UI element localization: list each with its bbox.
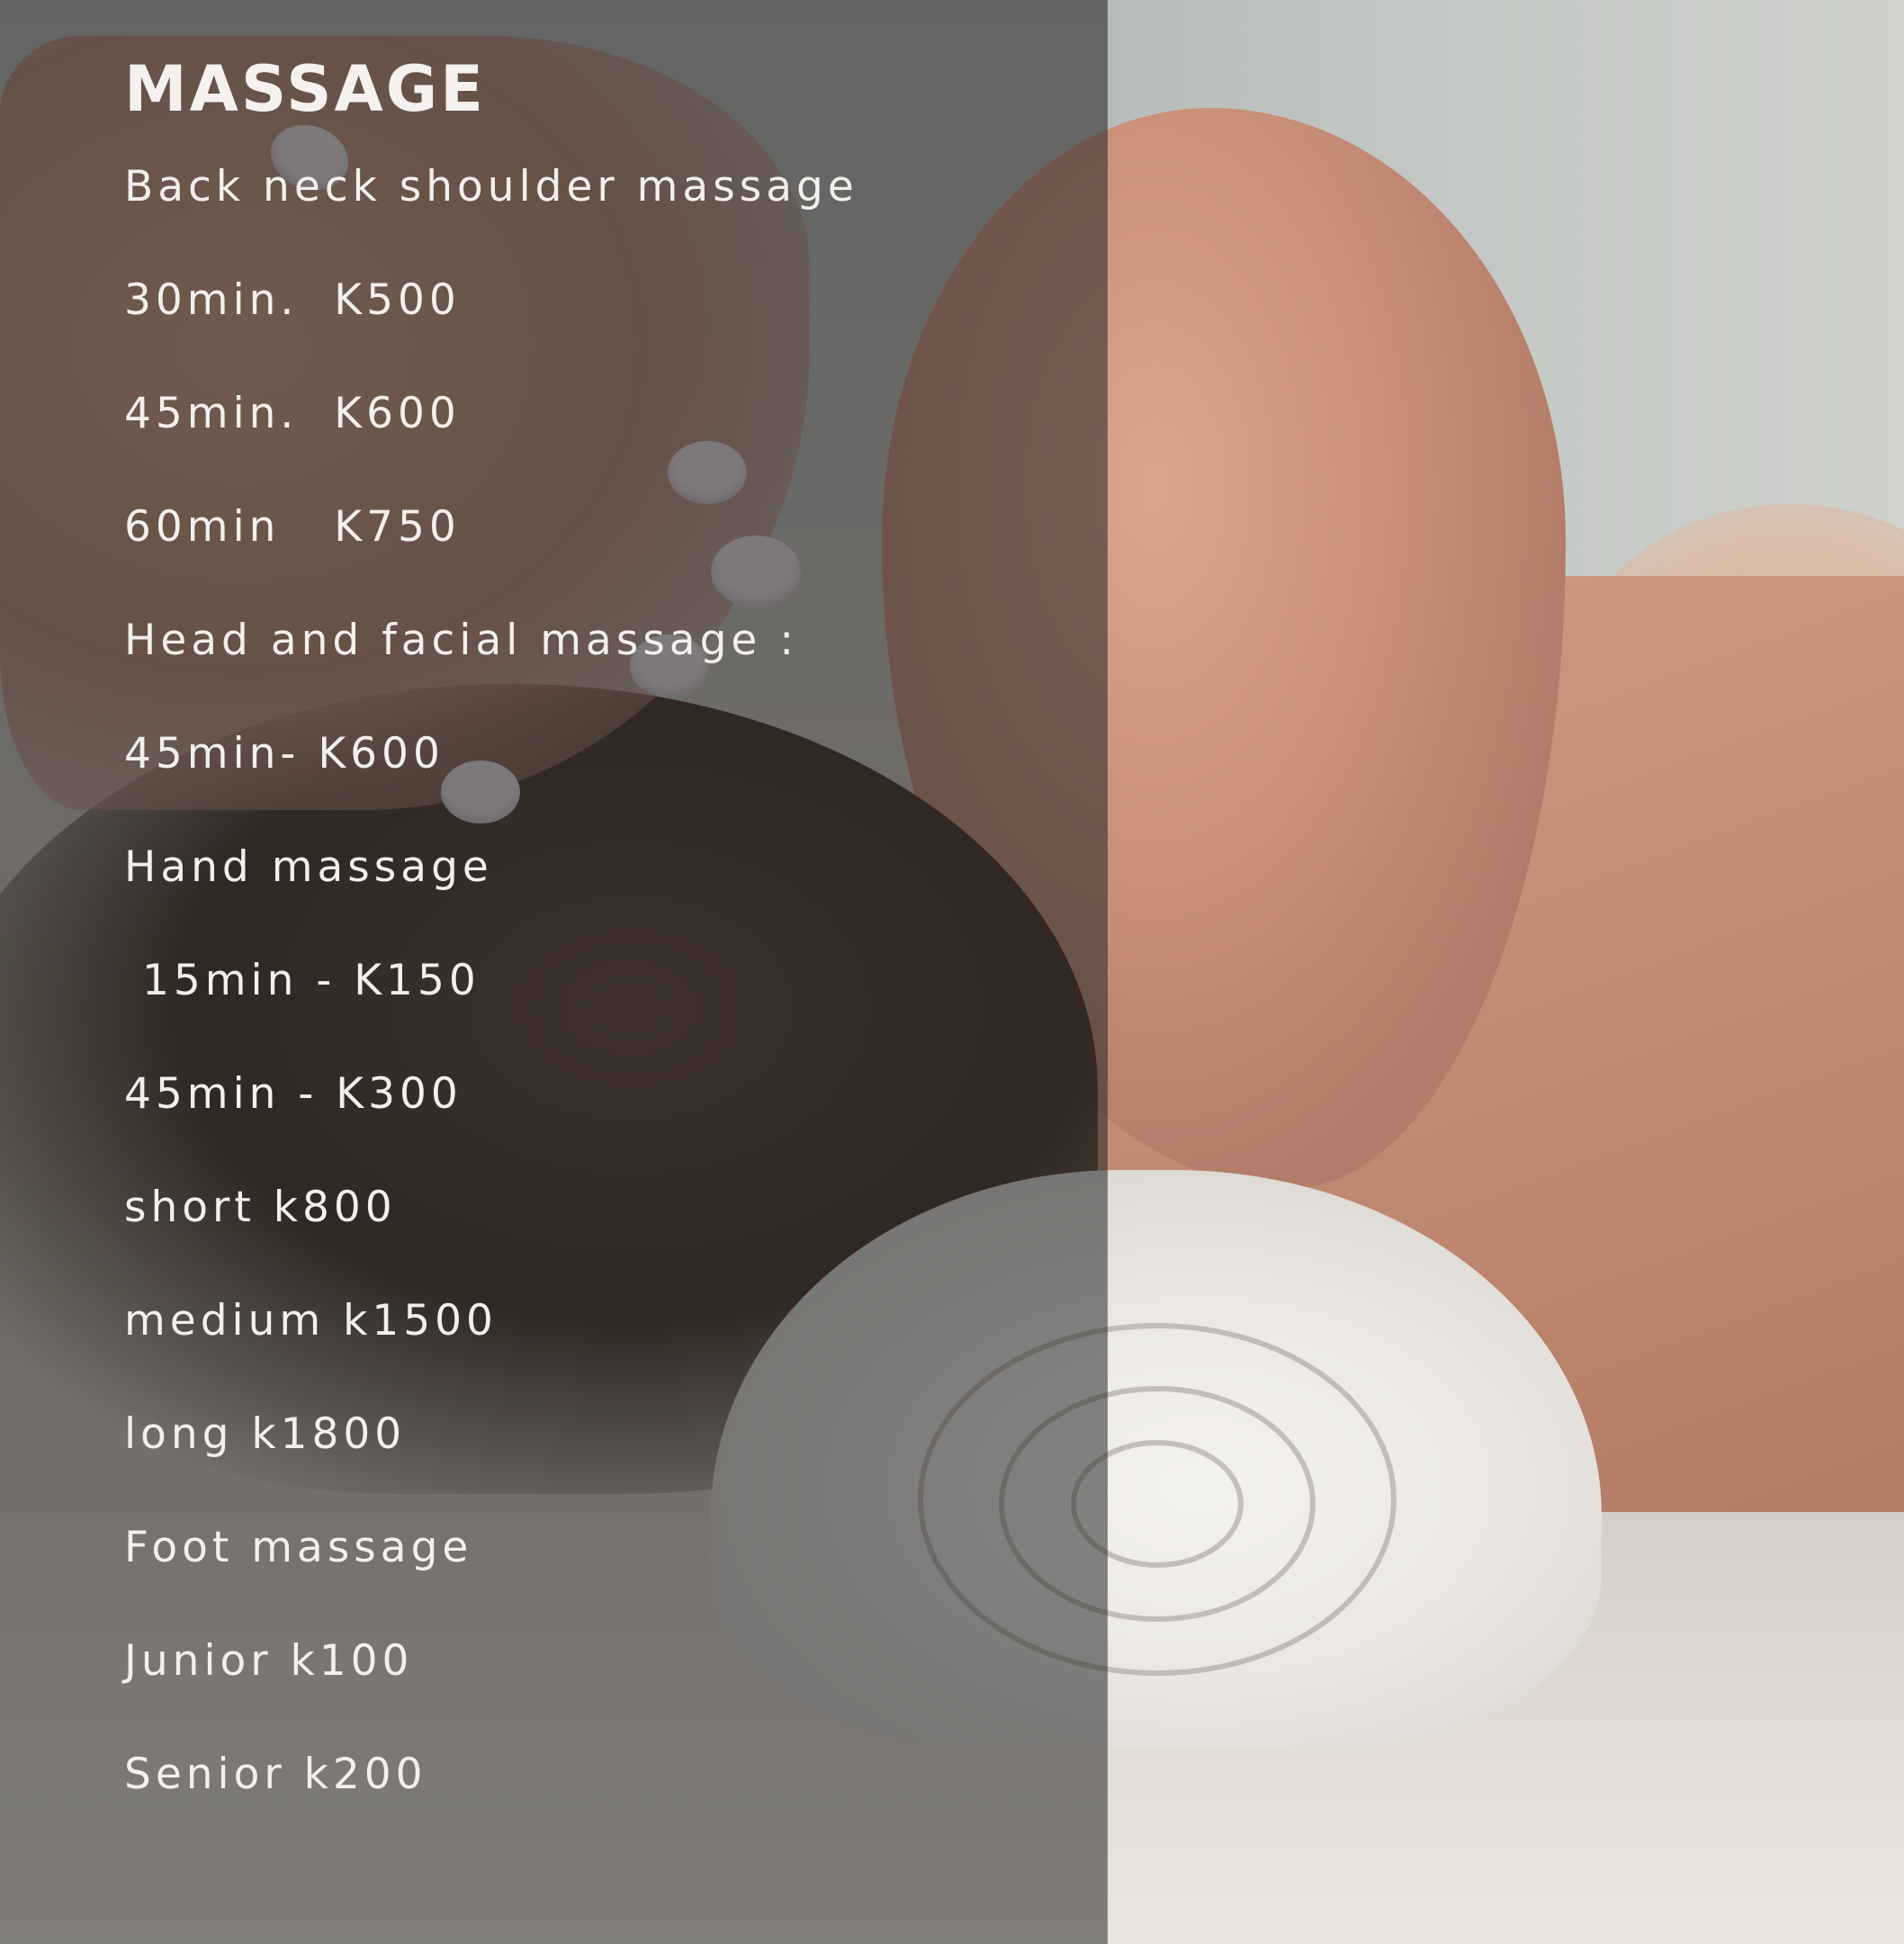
price-line: Senior k200 [124, 1750, 427, 1799]
service-heading-foot: Foot massage [124, 1523, 473, 1572]
massage-menu-poster: MASSAGE Back neck shoulder massage 30min… [0, 0, 1904, 1944]
menu-title: MASSAGE [124, 52, 486, 126]
price-line: 15min - K150 [124, 956, 480, 1005]
price-line: 45min - K300 [124, 1069, 463, 1119]
price-line: 45min- K600 [124, 729, 445, 778]
price-line: 30min. K500 [124, 275, 461, 325]
price-line: 45min. K600 [124, 389, 461, 438]
service-heading-hand: Hand massage [124, 842, 493, 892]
price-line: short k800 [124, 1183, 397, 1232]
price-line: Junior k100 [124, 1636, 414, 1686]
price-line: medium k1500 [124, 1296, 498, 1346]
service-heading-back-neck-shoulder: Back neck shoulder massage [124, 162, 858, 212]
service-heading-head-facial: Head and facial massage : [124, 616, 799, 665]
price-line: 60min K750 [124, 502, 461, 552]
price-line: long k1800 [124, 1409, 407, 1459]
